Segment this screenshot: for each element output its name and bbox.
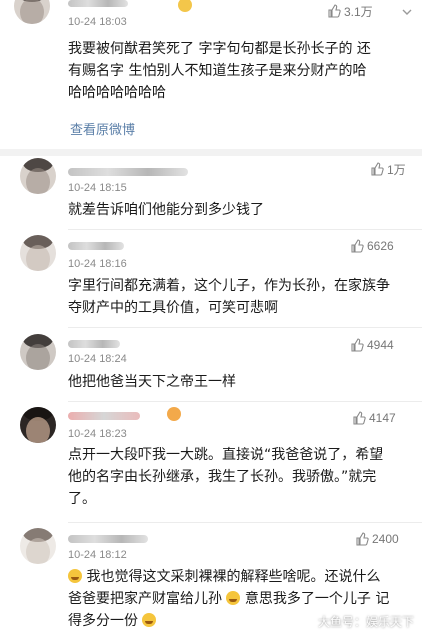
thumbs-up-icon (328, 4, 341, 18)
comment-text: 他把他爸当天下之帝王一样 (68, 371, 368, 393)
comment-text: 点开一大段吓我一大跳。直接说“我爸爸说了，希望 他的名字由长孙继承，我生了长孙。… (68, 444, 413, 510)
post-content-line: 有赐名字 生怕别人不知道生孩子是来分财产的哈 (68, 63, 367, 79)
emoji-badge-icon (167, 407, 181, 421)
emoji-badge-icon (178, 0, 192, 12)
comment-text-line: 爸爸要把家产财富给儿孙 意思我多了一个儿子 记 (68, 588, 413, 610)
comment-avatar[interactable] (20, 158, 56, 194)
view-original-link[interactable]: 查看原微博 (70, 119, 135, 138)
thumbs-up-icon (351, 338, 364, 352)
post-avatar[interactable] (14, 0, 50, 24)
comment-like-button[interactable]: 1万 (370, 161, 406, 177)
comment-like-count: 1万 (387, 162, 406, 177)
thumbs-up-icon (371, 162, 384, 176)
comment-text-line: 了。 (68, 491, 96, 507)
comment-username-redacted[interactable] (68, 340, 120, 348)
comment-avatar[interactable] (20, 334, 56, 370)
comment-like-count: 6626 (367, 239, 394, 253)
comment-like-count: 2400 (372, 532, 399, 546)
comment-text-segment: 意思我多了一个儿子 记 (244, 591, 390, 607)
comment-username-redacted[interactable] (68, 535, 148, 543)
comment-like-count: 4944 (367, 338, 394, 352)
thumbs-up-icon (353, 411, 366, 425)
comment-like-count: 4147 (369, 411, 396, 425)
comment-text-line: 他把他爸当天下之帝王一样 (68, 374, 236, 390)
comment-timestamp: 10-24 18:16 (68, 258, 127, 270)
comment-text: 就差告诉咱们他能分到多少钱了 (68, 199, 368, 221)
comment-divider (68, 229, 422, 230)
comment-divider (68, 401, 422, 402)
comment-like-button[interactable]: 4147 (352, 410, 396, 426)
chevron-down-icon[interactable] (400, 5, 414, 19)
comment-timestamp: 10-24 18:15 (68, 182, 127, 194)
comment-like-button[interactable]: 6626 (350, 238, 394, 254)
comment-timestamp: 10-24 18:12 (68, 549, 127, 561)
comment-avatar[interactable] (20, 235, 56, 271)
comment-avatar[interactable] (20, 407, 56, 443)
comment-text-line: 他的名字由长孙继承，我生了长孙。我骄傲。”就完 (68, 469, 377, 485)
post-like-count: 3.1万 (344, 4, 373, 19)
comment-feed: 10-24 18:03 3.1万 我要被何猷君笑死了 字字句句都是长孙长子的 还… (0, 0, 422, 640)
laughing-emoji-icon (68, 569, 82, 583)
post-like-button[interactable]: 3.1万 (327, 3, 373, 19)
comment-text-line: 字里行间都充满着，这个儿子，作为长孙，在家族争 (68, 278, 390, 294)
post-username-redacted[interactable] (68, 0, 128, 7)
thumbs-up-icon (351, 239, 364, 253)
section-separator (0, 149, 422, 156)
watermark: 大鱼号：娱乐天下 (317, 615, 414, 629)
comment-text-segment: 我也觉得这文采刺裸裸的解释些啥呢。还说什么 (86, 569, 381, 585)
post-content-line: 我要被何猷君笑死了 字字句句都是长孙长子的 还 (68, 41, 371, 57)
comment-like-button[interactable]: 2400 (355, 531, 399, 547)
laughing-emoji-icon (226, 591, 241, 605)
comment-username-redacted[interactable] (68, 242, 124, 250)
thumbs-up-icon (356, 532, 369, 546)
comment-text-segment: 爸爸要把家产财富给儿孙 (68, 591, 222, 607)
comment-timestamp: 10-24 18:24 (68, 353, 127, 365)
comment-like-button[interactable]: 4944 (350, 337, 394, 353)
comment-text-segment: 得多分一份 (68, 613, 138, 629)
comment-text-line: 点开一大段吓我一大跳。直接说“我爸爸说了，希望 (68, 447, 384, 463)
comment-divider (68, 522, 422, 523)
comment-username-redacted[interactable] (68, 168, 188, 176)
comment-text-line: 夺财产中的工具价值，可笑可悲啊 (68, 300, 278, 316)
post-content: 我要被何猷君笑死了 字字句句都是长孙长子的 还 有赐名字 生怕别人不知道生孩子是… (68, 38, 413, 104)
comment-avatar[interactable] (20, 528, 56, 564)
comment-username-redacted[interactable] (68, 412, 140, 420)
post-timestamp: 10-24 18:03 (68, 16, 127, 28)
comment-text: 字里行间都充满着，这个儿子，作为长孙，在家族争 夺财产中的工具价值，可笑可悲啊 (68, 275, 413, 319)
laughing-emoji-icon (142, 613, 157, 627)
post-content-line: 哈哈哈哈哈哈哈 (68, 85, 166, 101)
comment-text-line: 我也觉得这文采刺裸裸的解释些啥呢。还说什么 (68, 566, 413, 588)
comment-timestamp: 10-24 18:23 (68, 428, 127, 440)
comment-text-line: 就差告诉咱们他能分到多少钱了 (68, 202, 264, 218)
original-post: 10-24 18:03 3.1万 我要被何猷君笑死了 字字句句都是长孙长子的 还… (0, 0, 422, 149)
comment-divider (68, 327, 422, 328)
